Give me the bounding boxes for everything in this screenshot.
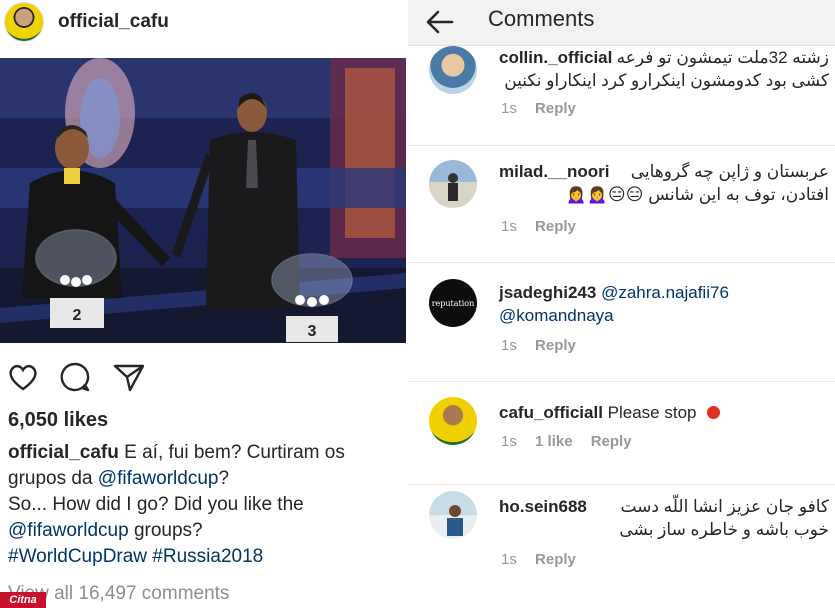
caption-mention-2[interactable]: @fifaworldcup [8, 520, 129, 541]
comment-body: jsadeghi243 @zahra.najafii76 @komandnaya [499, 281, 829, 327]
red-circle-icon [707, 406, 721, 419]
comment-mention-2[interactable]: @komandnaya [499, 304, 829, 327]
reply-button[interactable]: Reply [591, 433, 632, 450]
avatar[interactable] [429, 491, 477, 539]
comment-text: زشته 32ملت تیمشون تو فرعه [616, 48, 829, 67]
comment-likes[interactable]: 1 like [535, 433, 573, 450]
comment-body: milad.__noori عربستان و ژاپن چه گروهایی … [499, 160, 829, 206]
caption-text-1: E aí, fui bem? Curtiram os [124, 442, 345, 463]
comment-time: 1s [501, 433, 517, 450]
comment-username[interactable]: jsadeghi243 [499, 283, 596, 302]
comments-title: Comments [488, 6, 595, 31]
avatar-figure-icon [448, 173, 458, 201]
caption-text-2-end: ? [218, 468, 230, 489]
back-arrow-icon[interactable] [424, 6, 456, 38]
instagram-post: official_cafu 2 3 6,050 likes official_c… [0, 0, 406, 608]
comment-time: 1s [501, 551, 517, 568]
avatar[interactable] [4, 2, 44, 42]
draw-ceremony-photo: 2 3 [0, 58, 406, 343]
comment-text: Please stop [607, 403, 697, 422]
comment-username[interactable]: cafu_officiall [499, 403, 603, 422]
comment-time: 1s [501, 100, 517, 117]
avatar[interactable] [429, 46, 477, 94]
comment-text: عربستان و ژاپن چه گروهایی [630, 162, 829, 181]
comment-meta: 1s Reply [501, 551, 590, 568]
comment-item: cafu_officiall Please stop 1s 1 like Rep… [408, 395, 835, 485]
avatar-figure-icon [447, 505, 463, 536]
reply-button[interactable]: Reply [535, 551, 576, 568]
caption-hashtags[interactable]: #WorldCupDraw #Russia2018 [8, 544, 406, 570]
avatar[interactable] [429, 397, 477, 445]
post-username[interactable]: official_cafu [58, 11, 169, 33]
caption-text-3: So... How did I go? Did you like the [8, 494, 304, 515]
comment-item: ho.sein688 کافو جان عزیز انشا اللّه دست … [408, 491, 835, 608]
share-icon[interactable] [112, 360, 146, 394]
comment-text-2: افتادن، توف به این شانس 😑😑🙍‍♀️🙍‍♀️ [565, 185, 829, 204]
comment-time: 1s [501, 218, 517, 235]
avatar[interactable] [429, 160, 477, 208]
comment-item: collin._official زشته 32ملت تیمشون تو فر… [408, 46, 835, 146]
comment-username[interactable]: ho.sein688 [499, 495, 587, 518]
comment-text: کافو جان عزیز انشا اللّه دست [620, 497, 829, 516]
comment-item: reputation jsadeghi243 @zahra.najafii76 … [408, 277, 835, 382]
comments-panel: Comments collin._official زشته 32ملت تیم… [408, 0, 835, 608]
comment-body: collin._official زشته 32ملت تیمشون تو فر… [499, 46, 829, 92]
post-header: official_cafu [0, 0, 406, 58]
comment-username[interactable]: collin._official [499, 46, 612, 69]
pot-3-label: 3 [308, 323, 317, 340]
comment-meta: 1s 1 like Reply [501, 433, 646, 450]
comment-icon[interactable] [58, 360, 92, 394]
caption-mention[interactable]: @fifaworldcup [98, 468, 219, 489]
avatar-reputation-text: reputation [431, 298, 475, 308]
caption-text-4: groups? [128, 520, 203, 541]
heart-icon[interactable] [6, 360, 40, 394]
comment-body: ho.sein688 کافو جان عزیز انشا اللّه دست … [499, 495, 829, 541]
comment-username[interactable]: milad.__noori [499, 160, 610, 183]
avatar[interactable]: reputation [429, 279, 477, 327]
comment-meta: 1s Reply [501, 337, 590, 354]
comment-mention[interactable]: @zahra.najafii76 [601, 283, 729, 302]
caption-username[interactable]: official_cafu [8, 442, 119, 463]
caption-text-2: grupos da [8, 468, 98, 489]
comment-text-2: کشی بود کدومشون اینکرارو کرد اینکاراو نک… [504, 71, 829, 90]
comments-topbar: Comments [408, 0, 835, 46]
post-caption: official_cafu E aí, fui bem? Curtiram os… [8, 440, 406, 570]
comment-item: milad.__noori عربستان و ژاپن چه گروهایی … [408, 160, 835, 263]
comment-meta: 1s Reply [501, 100, 590, 117]
watermark-logo: Citna [0, 592, 46, 608]
post-photo[interactable]: 2 3 [0, 58, 406, 343]
comment-text-2: خوب باشه و خاطره ساز بشی [619, 520, 829, 539]
comment-time: 1s [501, 337, 517, 354]
comment-body: cafu_officiall Please stop [499, 401, 829, 424]
pot-2-label: 2 [73, 307, 82, 324]
post-actions [0, 356, 406, 396]
reply-button[interactable]: Reply [535, 100, 576, 117]
reply-button[interactable]: Reply [535, 218, 576, 235]
comment-meta: 1s Reply [501, 218, 590, 235]
reply-button[interactable]: Reply [535, 337, 576, 354]
likes-count[interactable]: 6,050 likes [8, 409, 108, 432]
